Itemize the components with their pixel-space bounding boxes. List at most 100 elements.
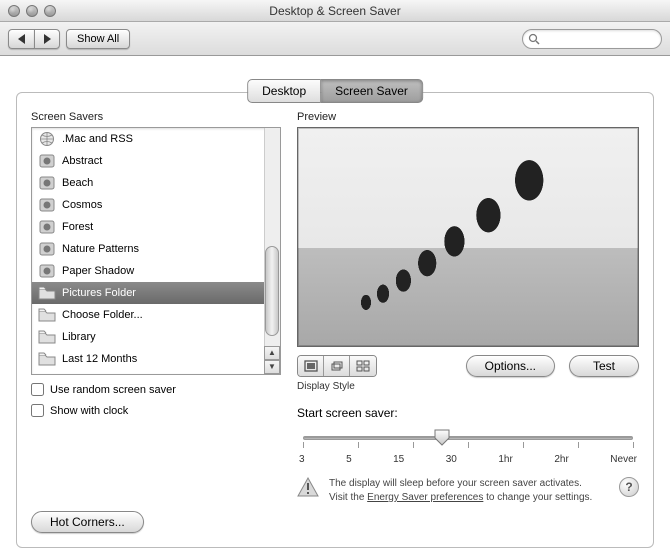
slider-tick [413, 442, 414, 448]
list-item[interactable]: .Mac and RSS [32, 128, 280, 150]
slider-tick-label: 1hr [498, 454, 512, 465]
slider-tick [358, 442, 359, 448]
ss-icon [38, 153, 56, 169]
list-item[interactable]: Forest [32, 216, 280, 238]
ss-icon [38, 241, 56, 257]
display-style-fit-button[interactable] [298, 356, 324, 376]
options-button[interactable]: Options... [466, 355, 555, 377]
slider-tick-label: 5 [346, 454, 352, 465]
preview-label: Preview [297, 111, 639, 123]
folder-icon [38, 307, 56, 323]
tab-desktop[interactable]: Desktop [247, 79, 320, 103]
close-window-button[interactable] [8, 5, 20, 17]
list-item-label: Nature Patterns [62, 243, 139, 255]
display-style-fit-icon [304, 360, 318, 372]
list-item-label: Last 12 Months [62, 353, 137, 365]
list-item[interactable]: Choose Folder... [32, 304, 280, 326]
display-style-group [297, 355, 377, 377]
display-style-label: Display Style [297, 381, 377, 392]
show-all-button[interactable]: Show All [66, 29, 130, 49]
list-item-label: Cosmos [62, 199, 102, 211]
preview-image [297, 127, 639, 347]
list-item-label: .Mac and RSS [62, 133, 133, 145]
help-button[interactable]: ? [619, 477, 639, 497]
show-clock-checkbox[interactable] [31, 404, 44, 417]
list-item[interactable]: Abstract [32, 150, 280, 172]
slider-tick [578, 442, 579, 448]
window-title: Desktop & Screen Saver [0, 4, 670, 18]
list-item[interactable]: Beach [32, 172, 280, 194]
list-item[interactable]: Nature Patterns [32, 238, 280, 260]
list-item[interactable]: Last 12 Months [32, 348, 280, 370]
show-clock-label: Show with clock [50, 405, 128, 417]
zoom-window-button[interactable] [44, 5, 56, 17]
search-input[interactable] [522, 29, 662, 49]
warning-line2b: to change your settings. [483, 492, 592, 503]
screen-savers-label: Screen Savers [31, 111, 281, 123]
scroll-down-button[interactable]: ▼ [264, 360, 280, 374]
slider-track [303, 436, 633, 440]
display-style-kenburns-icon [330, 360, 344, 372]
scrollbar-thumb[interactable] [265, 246, 279, 336]
toolbar: Show All [0, 22, 670, 56]
energy-saver-link[interactable]: Energy Saver preferences [367, 492, 483, 503]
warning-icon [297, 477, 319, 497]
test-button[interactable]: Test [569, 355, 639, 377]
display-style-mosaic-button[interactable] [350, 356, 376, 376]
slider-thumb[interactable] [433, 428, 451, 446]
list-item-label: Paper Shadow [62, 265, 134, 277]
slider-tick-label: 15 [393, 454, 404, 465]
start-screensaver-label: Start screen saver: [297, 406, 639, 420]
search-wrap [522, 29, 662, 49]
slider-tick [468, 442, 469, 448]
list-item[interactable]: Pictures Folder [32, 282, 280, 304]
slider-tick-label: 30 [446, 454, 457, 465]
warning-line2a: Visit the [329, 492, 367, 503]
ss-icon [38, 219, 56, 235]
back-button[interactable] [8, 29, 34, 49]
triangle-left-icon [18, 34, 26, 44]
list-item-label: Library [62, 331, 96, 343]
slider-tick-label: Never [610, 454, 637, 465]
slider-tick [523, 442, 524, 448]
list-item[interactable]: Library [32, 326, 280, 348]
list-item-label: Abstract [62, 155, 102, 167]
display-style-mosaic-icon [356, 360, 370, 372]
list-item-label: Beach [62, 177, 93, 189]
use-random-checkbox[interactable] [31, 383, 44, 396]
tabs: Desktop Screen Saver [247, 79, 423, 103]
tab-screen-saver[interactable]: Screen Saver [320, 79, 423, 103]
list-item[interactable]: Paper Shadow [32, 260, 280, 282]
slider-tick-label: 3 [299, 454, 305, 465]
list-item[interactable]: Cosmos [32, 194, 280, 216]
prefs-panel: Desktop Screen Saver Screen Savers ▲ ▼ .… [16, 92, 654, 548]
scrollbar-track[interactable] [264, 128, 280, 346]
folder-icon [38, 351, 56, 367]
start-screensaver-slider[interactable] [303, 430, 633, 448]
ss-icon [38, 197, 56, 213]
ss-icon [38, 175, 56, 191]
slider-tick [633, 442, 634, 448]
window-titlebar: Desktop & Screen Saver [0, 0, 670, 22]
search-icon [528, 33, 540, 45]
scroll-up-button[interactable]: ▲ [264, 346, 280, 360]
slider-tick [303, 442, 304, 448]
warning-text: The display will sleep before your scree… [329, 477, 592, 505]
show-clock-row[interactable]: Show with clock [31, 404, 281, 417]
hot-corners-button[interactable]: Hot Corners... [31, 511, 144, 533]
globe-icon [38, 131, 56, 147]
display-style-kenburns-button[interactable] [324, 356, 350, 376]
nav-buttons [8, 29, 60, 49]
list-item-label: Pictures Folder [62, 287, 136, 299]
warning-line1: The display will sleep before your scree… [329, 478, 582, 489]
screen-savers-list[interactable]: ▲ ▼ .Mac and RSS Abstract Beach Cosmos Fores… [31, 127, 281, 375]
use-random-label: Use random screen saver [50, 384, 176, 396]
folder-icon [38, 329, 56, 345]
triangle-right-icon [43, 34, 51, 44]
list-item-label: Forest [62, 221, 93, 233]
list-item-label: Choose Folder... [62, 309, 143, 321]
forward-button[interactable] [34, 29, 60, 49]
use-random-row[interactable]: Use random screen saver [31, 383, 281, 396]
minimize-window-button[interactable] [26, 5, 38, 17]
slider-tick-label: 2hr [554, 454, 568, 465]
